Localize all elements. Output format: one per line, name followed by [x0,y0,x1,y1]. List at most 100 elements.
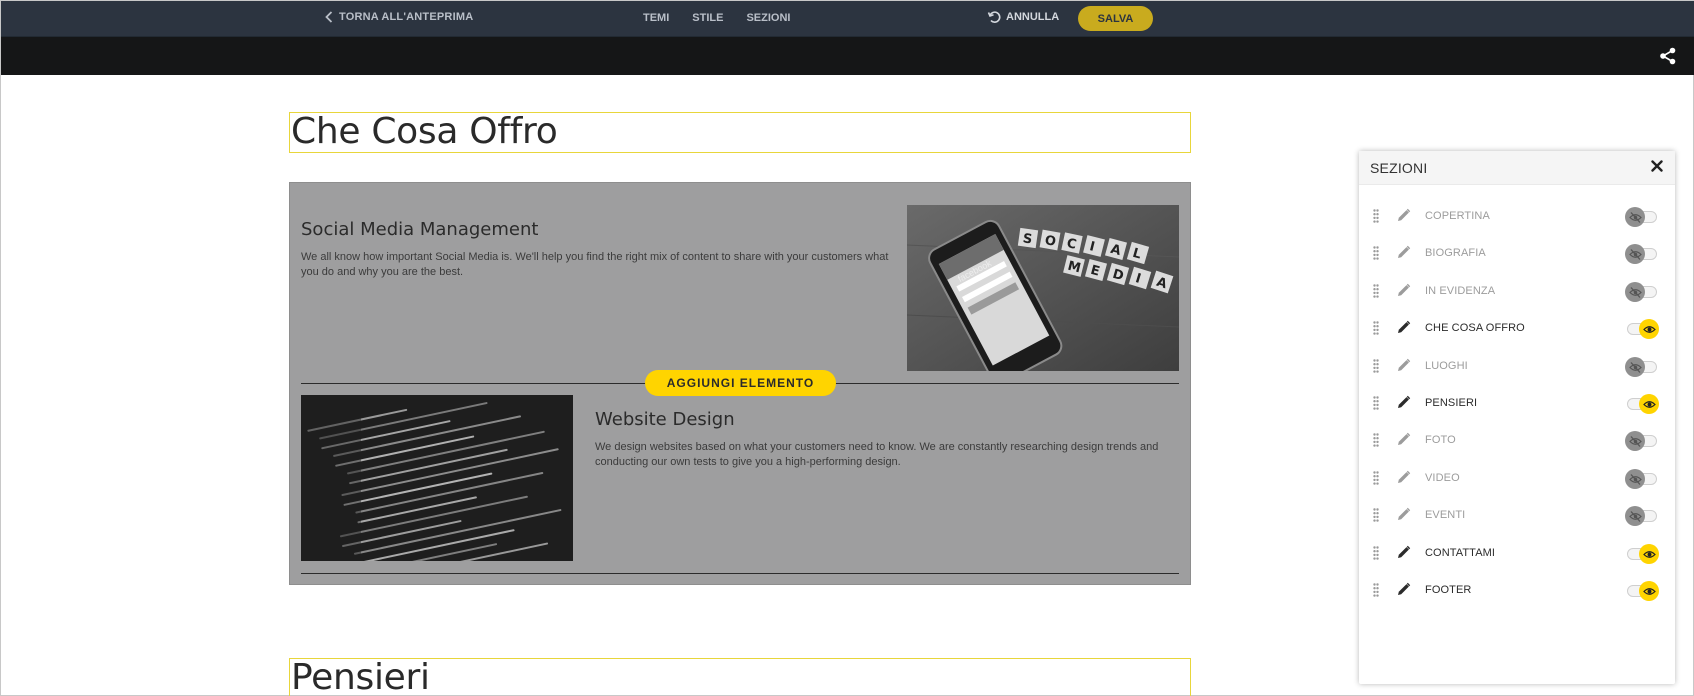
website-design-image [301,395,573,561]
pencil-icon[interactable] [1396,320,1411,335]
section-row[interactable]: CONTATTAMI [1359,538,1675,568]
section-row-label: FOTO [1425,434,1456,446]
section-row-label: VIDEO [1425,472,1460,484]
eye-off-icon [1628,473,1642,485]
section-row-label: COPERTINA [1425,210,1490,222]
drag-handle-icon[interactable] [1373,433,1379,447]
undo-label: ANNULLA [1006,11,1060,23]
section-row[interactable]: PENSIERI [1359,388,1675,418]
services-block[interactable]: Social Media Management We all know how … [289,182,1191,585]
section-row[interactable]: CHE COSA OFFRO [1359,313,1675,343]
eye-off-icon [1628,510,1642,522]
sections-panel-header: SEZIONI [1359,151,1675,185]
item-text-social-media[interactable]: We all know how important Social Media i… [301,250,891,280]
visibility-toggle[interactable] [1625,318,1659,340]
section-row[interactable]: BIOGRAFIA [1359,238,1675,268]
drag-handle-icon[interactable] [1373,546,1379,560]
sections-panel-title: SEZIONI [1370,160,1428,176]
toggle-knob [1625,207,1645,227]
visibility-toggle[interactable] [1625,505,1659,527]
close-icon[interactable] [1649,158,1665,174]
toggle-knob [1625,357,1645,377]
section-title-che-cosa-offro[interactable]: Che Cosa Offro [289,112,1191,153]
pencil-icon[interactable] [1396,283,1411,298]
back-to-preview-button[interactable]: TORNA ALL'ANTEPRIMA [325,11,473,23]
save-button[interactable]: SALVA [1078,6,1153,31]
item-title-social-media[interactable]: Social Media Management [301,219,538,240]
back-to-preview-label: TORNA ALL'ANTEPRIMA [339,11,474,23]
drag-handle-icon[interactable] [1373,321,1379,335]
eye-icon [1642,587,1656,595]
drag-handle-icon[interactable] [1373,246,1379,260]
toggle-knob [1625,282,1645,302]
undo-button[interactable]: ANNULLA [987,10,1059,24]
section-row[interactable]: FOTO [1359,425,1675,455]
visibility-toggle[interactable] [1625,468,1659,490]
item-text-website-design[interactable]: We design websites based on what your cu… [595,440,1175,470]
visibility-toggle[interactable] [1625,281,1659,303]
visibility-toggle[interactable] [1625,430,1659,452]
nav-sezioni[interactable]: SEZIONI [746,12,790,24]
pencil-icon[interactable] [1396,432,1411,447]
eye-off-icon [1628,361,1642,373]
pencil-icon[interactable] [1396,395,1411,410]
toggle-knob [1625,244,1645,264]
eye-off-icon [1628,435,1642,447]
eye-icon [1642,550,1656,558]
section-row-label: FOOTER [1425,584,1472,596]
section-row-label: PENSIERI [1425,397,1478,409]
section-row-label: CHE COSA OFFRO [1425,322,1525,334]
pencil-icon[interactable] [1396,245,1411,260]
pencil-icon[interactable] [1396,208,1411,223]
toggle-knob [1625,469,1645,489]
drag-handle-icon[interactable] [1373,284,1379,298]
pencil-icon[interactable] [1396,470,1411,485]
section-row[interactable]: COPERTINA [1359,201,1675,231]
section-row[interactable]: VIDEO [1359,463,1675,493]
drag-handle-icon[interactable] [1373,209,1379,223]
visibility-toggle[interactable] [1625,393,1659,415]
share-icon[interactable] [1659,47,1677,65]
drag-handle-icon[interactable] [1373,396,1379,410]
eye-icon [1642,400,1656,408]
visibility-toggle[interactable] [1625,543,1659,565]
pencil-icon[interactable] [1396,507,1411,522]
undo-icon [987,11,1001,23]
toggle-knob [1639,544,1659,564]
social-media-image: facebook S O C I A L M E D I A [907,205,1179,371]
drag-handle-icon[interactable] [1373,359,1379,373]
section-row-label: CONTATTAMI [1425,547,1496,559]
pencil-icon[interactable] [1396,582,1411,597]
section-title-pensieri[interactable]: Pensieri [289,658,1191,696]
chevron-left-icon [325,11,333,23]
visibility-toggle[interactable] [1625,356,1659,378]
drag-handle-icon[interactable] [1373,583,1379,597]
nav-stile[interactable]: STILE [692,12,723,24]
section-row[interactable]: LUOGHI [1359,351,1675,381]
visibility-toggle[interactable] [1625,243,1659,265]
toggle-knob [1639,581,1659,601]
editor-topbar: TORNA ALL'ANTEPRIMA TEMI STILE SEZIONI A… [1,1,1694,37]
eye-off-icon [1628,286,1642,298]
add-element-button[interactable]: AGGIUNGI ELEMENTO [645,370,836,396]
nav-temi[interactable]: TEMI [643,12,669,24]
toggle-knob [1625,506,1645,526]
drag-handle-icon[interactable] [1373,508,1379,522]
pencil-icon[interactable] [1396,545,1411,560]
drag-handle-icon[interactable] [1373,471,1379,485]
pencil-icon[interactable] [1396,358,1411,373]
section-row-label: IN EVIDENZA [1425,285,1496,297]
editor-nav: TEMI STILE SEZIONI [643,12,790,24]
section-row[interactable]: FOOTER [1359,575,1675,605]
site-header-bar [1,37,1694,75]
section-row[interactable]: IN EVIDENZA [1359,276,1675,306]
sections-panel: SEZIONI COPERTINA BIOGRAFIA IN EVIDENZA CHE… [1359,151,1675,684]
item-divider [301,573,1179,574]
eye-icon [1642,325,1656,333]
section-row-label: BIOGRAFIA [1425,247,1486,259]
visibility-toggle[interactable] [1625,580,1659,602]
toggle-knob [1625,431,1645,451]
visibility-toggle[interactable] [1625,206,1659,228]
item-title-website-design[interactable]: Website Design [595,409,735,430]
section-row[interactable]: EVENTI [1359,500,1675,530]
